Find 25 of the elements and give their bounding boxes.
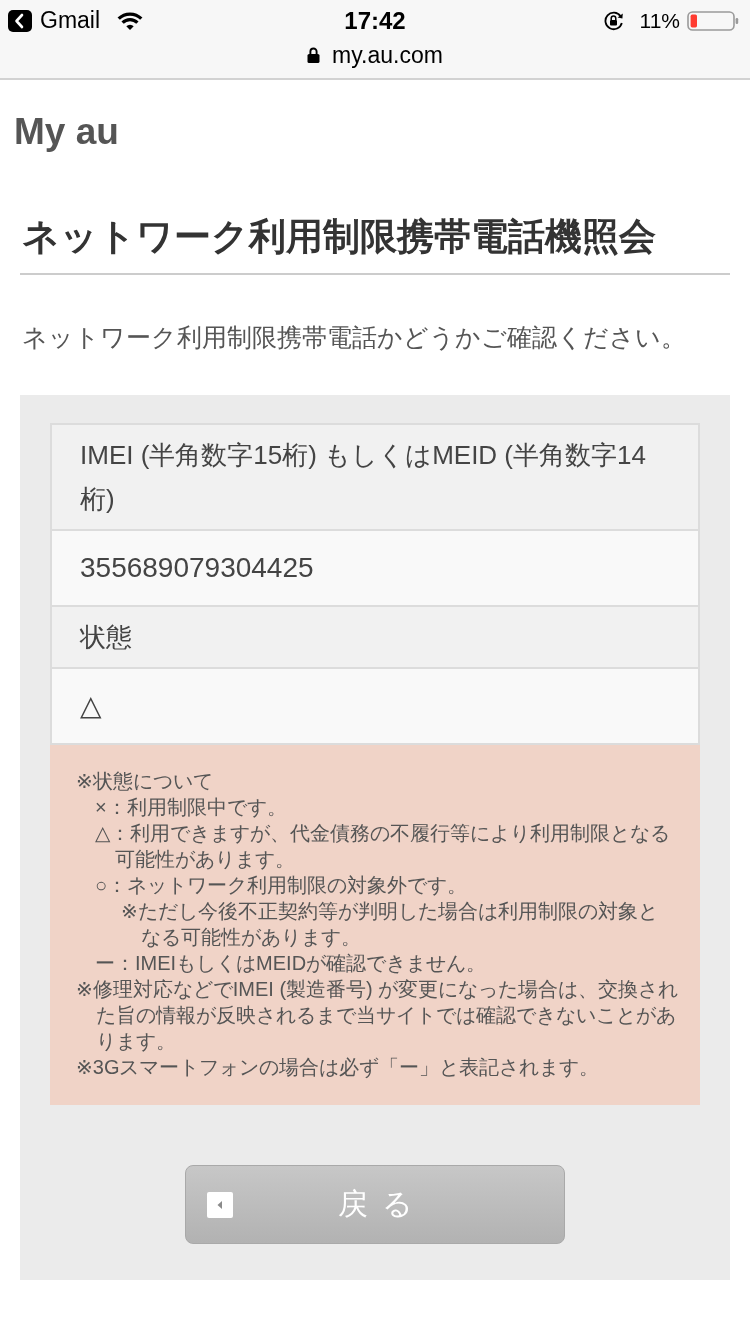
note-text: ○：ネットワーク利用制限の対象外です。 bbox=[95, 873, 469, 898]
left-caret-icon bbox=[207, 1191, 233, 1218]
wifi-icon bbox=[116, 10, 145, 31]
table-header-cell: 状態 bbox=[50, 605, 700, 669]
note-text: △：利用できますが、代金債務の不履行等により利用制限となる可能性があります。 bbox=[95, 821, 672, 872]
note-text: ※ただし今後不正契約等が判明した場合は利用制限の対象となる可能性があります。 bbox=[121, 899, 659, 950]
battery-percent: 11% bbox=[639, 8, 680, 33]
back-to-app-button[interactable]: Gmail bbox=[8, 7, 101, 34]
my-au-logo[interactable]: My au bbox=[14, 110, 119, 154]
page-title: ネットワーク利用制限携帯電話機照会 bbox=[22, 215, 656, 259]
battery-icon bbox=[687, 10, 739, 31]
note-text: ー：IMEIもしくはMEIDが確認できません。 bbox=[95, 951, 488, 976]
note-text: ※状態について bbox=[76, 769, 214, 794]
address-bar[interactable]: my.au.com bbox=[307, 41, 443, 69]
intro-text: ネットワーク利用制限携帯電話かどうかご確認ください。 bbox=[22, 322, 686, 353]
back-icon bbox=[8, 9, 32, 32]
note-text: ※修理対応などでIMEI (製造番号) が変更になった場合は、交換された旨の情報が反映されるまで当サイトでは確認できないことがあります。 bbox=[76, 977, 680, 1054]
lock-icon bbox=[307, 47, 321, 63]
note-text: ※3Gスマートフォンの場合は必ず「ー」と表記されます。 bbox=[76, 1055, 601, 1080]
table-header-cell: IMEI (半角数字15桁) もしくはMEID (半角数字14桁) bbox=[50, 423, 700, 531]
note-text: ×：利用制限中です。 bbox=[95, 795, 288, 820]
table-cell: 355689079304425 bbox=[50, 529, 700, 607]
clock-time: 17:42 bbox=[344, 6, 406, 35]
rotation-lock-icon bbox=[602, 10, 625, 31]
table-cell: △ bbox=[50, 667, 700, 745]
